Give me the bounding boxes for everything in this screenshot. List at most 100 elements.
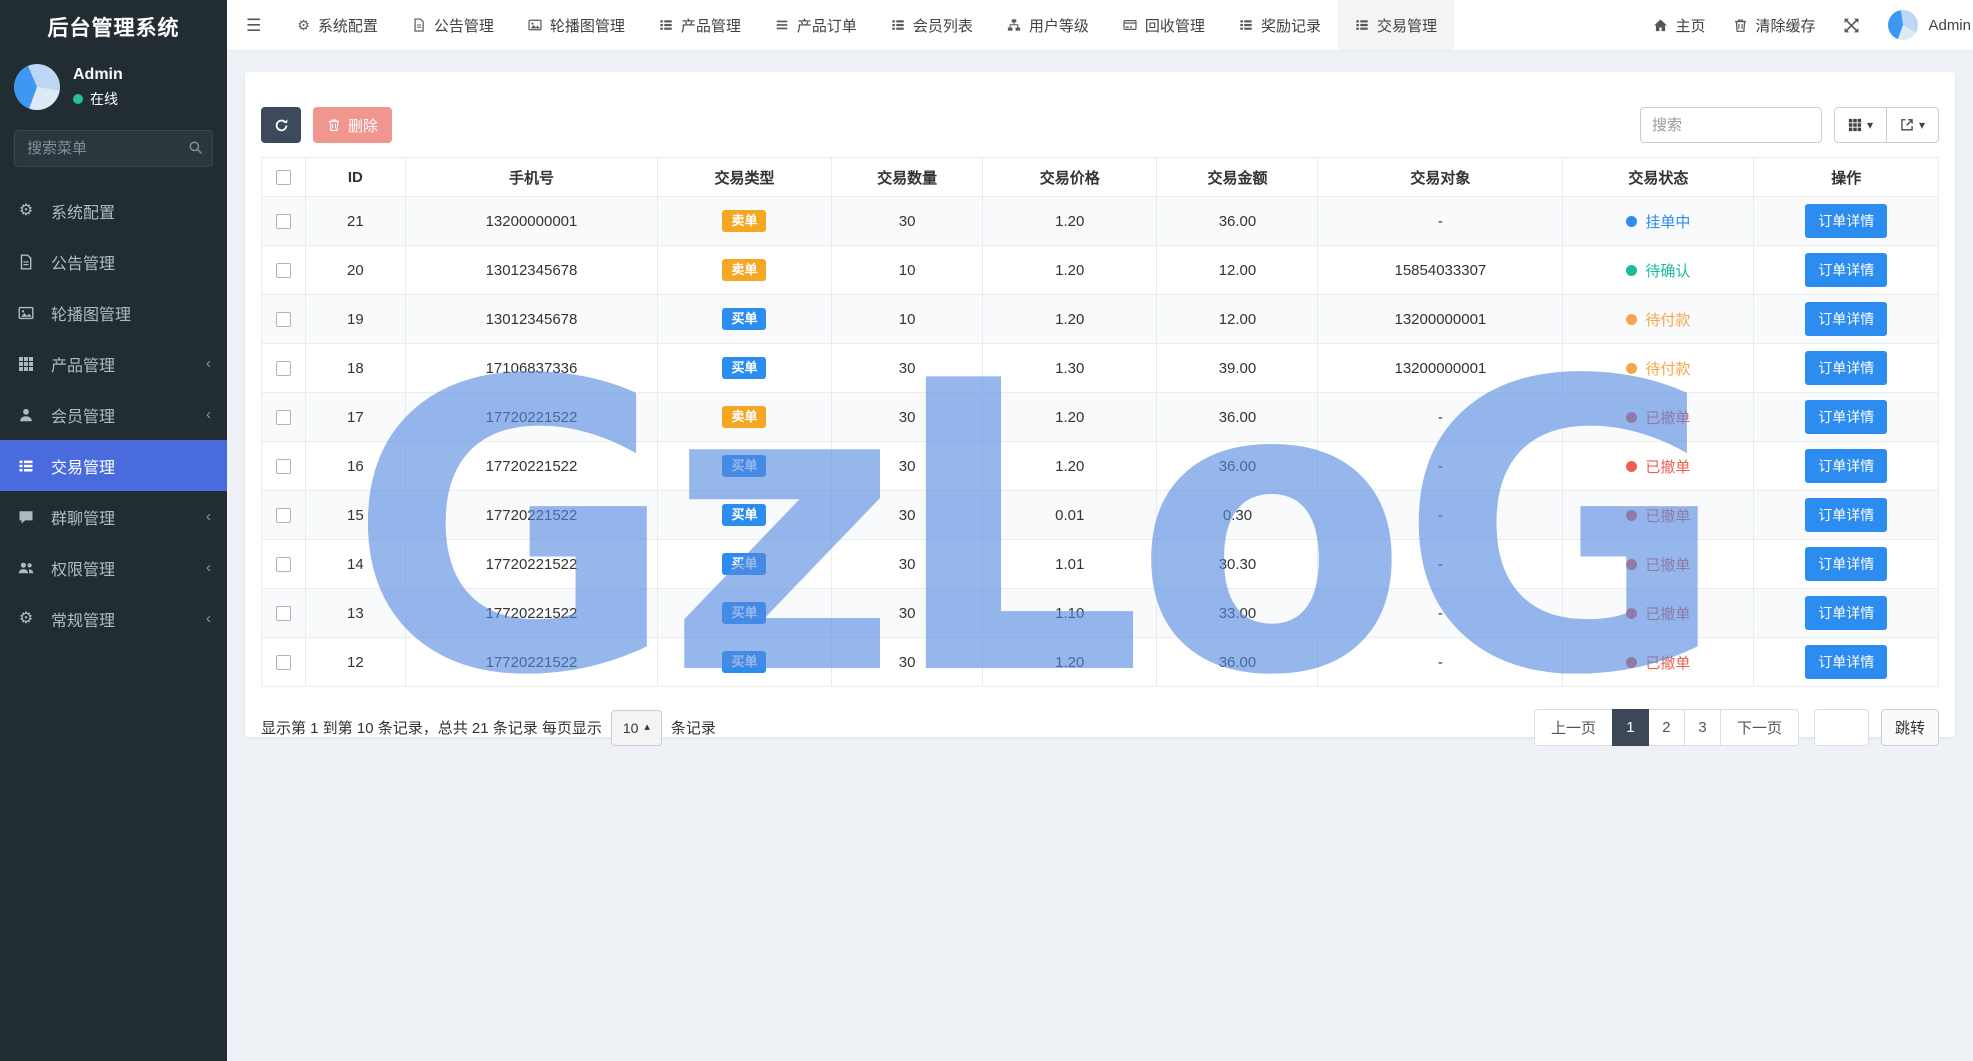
status-badge: 已撤单	[1626, 554, 1690, 575]
jump-page-input[interactable]	[1813, 709, 1869, 746]
cell-status: 待确认	[1562, 245, 1755, 295]
status-dot-icon	[1626, 264, 1638, 276]
column-header-price: 交易价格	[982, 157, 1158, 197]
cell-action: 订单详情	[1753, 392, 1939, 442]
row-select-cell	[261, 539, 306, 589]
tab-member-list[interactable]: 会员列表	[874, 0, 990, 50]
cell-phone: 17720221522	[405, 637, 658, 687]
tab-user-level[interactable]: 用户等级	[990, 0, 1106, 50]
cell-type: 买单	[656, 490, 833, 540]
delete-button[interactable]: 删除	[313, 107, 393, 143]
caret-up-icon: ▴	[644, 721, 650, 733]
tab-label: 公告管理	[433, 17, 494, 35]
row-checkbox[interactable]	[275, 214, 291, 230]
records-summary-suffix: 条记录	[670, 720, 716, 737]
tab-notice[interactable]: 公告管理	[395, 0, 511, 50]
cell-target: -	[1317, 441, 1564, 491]
sidebar-item-system-config[interactable]: ⚙ 系统配置	[0, 185, 227, 236]
columns-dropdown-button[interactable]: ▾	[1834, 107, 1887, 143]
row-checkbox[interactable]	[275, 459, 291, 475]
order-detail-button[interactable]: 订单详情	[1805, 302, 1888, 336]
sidebar-item-label: 系统配置	[51, 204, 116, 222]
order-detail-button[interactable]: 订单详情	[1805, 645, 1888, 679]
sidebar-item-general[interactable]: ⚙ 常规管理 ‹	[0, 593, 227, 644]
cell-action: 订单详情	[1753, 637, 1939, 687]
cell-qty: 30	[831, 637, 984, 687]
cell-id: 13	[304, 588, 407, 638]
row-select-cell	[261, 343, 306, 393]
cell-action: 订单详情	[1753, 343, 1939, 393]
clear-cache-link[interactable]: 清除缓存	[1733, 15, 1815, 36]
tab-system-config[interactable]: ⚙ 系统配置	[280, 0, 395, 50]
row-checkbox[interactable]	[275, 557, 291, 573]
cell-amount: 12.00	[1156, 245, 1319, 295]
trade-type-badge: 买单	[722, 307, 767, 331]
select-all-checkbox[interactable]	[275, 170, 291, 186]
cell-price: 1.20	[982, 392, 1158, 442]
row-checkbox[interactable]	[275, 263, 291, 279]
tab-banner[interactable]: 轮播图管理	[511, 0, 642, 50]
row-checkbox[interactable]	[275, 655, 291, 671]
menu-search-input[interactable]	[14, 130, 213, 167]
export-dropdown-button[interactable]: ▾	[1886, 107, 1939, 143]
status-label: 已撤单	[1645, 605, 1691, 623]
page-button-2[interactable]: 2	[1647, 709, 1685, 746]
user-menu[interactable]: Admin	[1888, 10, 1971, 40]
order-detail-button[interactable]: 订单详情	[1805, 547, 1888, 581]
row-select-cell	[261, 294, 306, 344]
column-header-id: ID	[304, 157, 407, 197]
row-checkbox[interactable]	[275, 361, 291, 377]
order-detail-button[interactable]: 订单详情	[1805, 204, 1888, 238]
table-search-input[interactable]	[1640, 107, 1822, 143]
table-row: 17 17720221522 卖单 30 1.20 36.00- 已撤单 订单详情	[261, 392, 1939, 442]
status-dot-icon	[1626, 607, 1638, 619]
order-detail-button[interactable]: 订单详情	[1805, 498, 1888, 532]
column-header-type: 交易类型	[656, 157, 833, 197]
sidebar-item-banner[interactable]: 轮播图管理	[0, 287, 227, 338]
sidebar-item-notice[interactable]: 公告管理	[0, 236, 227, 287]
cell-phone: 13012345678	[405, 245, 658, 295]
tab-trade[interactable]: 交易管理	[1337, 0, 1454, 50]
tab-product[interactable]: 产品管理	[642, 0, 758, 50]
order-detail-button[interactable]: 订单详情	[1805, 449, 1888, 483]
sidebar-item-permission[interactable]: 权限管理 ‹	[0, 542, 227, 593]
sidebar-toggle-button[interactable]: ☰	[227, 0, 280, 50]
cell-id: 12	[304, 637, 407, 687]
users-icon	[16, 560, 36, 576]
row-checkbox[interactable]	[275, 410, 291, 426]
row-select-cell	[261, 196, 306, 246]
cell-target: -	[1317, 196, 1564, 246]
refresh-icon	[274, 118, 289, 133]
page-size-select[interactable]: 10 ▴	[610, 709, 662, 746]
page-button-1[interactable]: 1	[1611, 709, 1649, 746]
fullscreen-button[interactable]	[1843, 17, 1860, 34]
cell-target: -	[1317, 637, 1564, 687]
prev-page-button[interactable]: 上一页	[1533, 709, 1613, 746]
table-row: 21 13200000001 卖单 30 1.20 36.00- 挂单中 订单详情	[261, 196, 1939, 246]
hamburger-icon: ☰	[246, 15, 262, 35]
row-checkbox[interactable]	[275, 312, 291, 328]
expand-icon	[1843, 17, 1860, 34]
row-checkbox[interactable]	[275, 606, 291, 622]
refresh-button[interactable]	[261, 107, 301, 143]
order-detail-button[interactable]: 订单详情	[1805, 253, 1888, 287]
page-button-3[interactable]: 3	[1683, 709, 1721, 746]
tab-recycle[interactable]: 回收管理	[1106, 0, 1222, 50]
sidebar-item-group-chat[interactable]: 群聊管理 ‹	[0, 491, 227, 542]
order-detail-button[interactable]: 订单详情	[1805, 400, 1888, 434]
row-checkbox[interactable]	[275, 508, 291, 524]
cell-status: 已撤单	[1562, 441, 1755, 491]
next-page-button[interactable]: 下一页	[1719, 709, 1799, 746]
cell-action: 订单详情	[1753, 294, 1939, 344]
tab-reward[interactable]: 奖励记录	[1222, 0, 1338, 50]
sidebar-item-trade[interactable]: 交易管理	[0, 440, 227, 491]
home-link[interactable]: 主页	[1653, 15, 1705, 36]
sidebar-item-product[interactable]: 产品管理 ‹	[0, 338, 227, 389]
sidebar-item-label: 交易管理	[51, 459, 116, 477]
tab-product-order[interactable]: 产品订单	[758, 0, 874, 50]
sidebar-item-member[interactable]: 会员管理 ‹	[0, 389, 227, 440]
order-detail-button[interactable]: 订单详情	[1805, 351, 1888, 385]
order-detail-button[interactable]: 订单详情	[1805, 596, 1888, 630]
tab-label: 用户等级	[1028, 17, 1089, 35]
jump-button[interactable]: 跳转	[1880, 709, 1939, 746]
